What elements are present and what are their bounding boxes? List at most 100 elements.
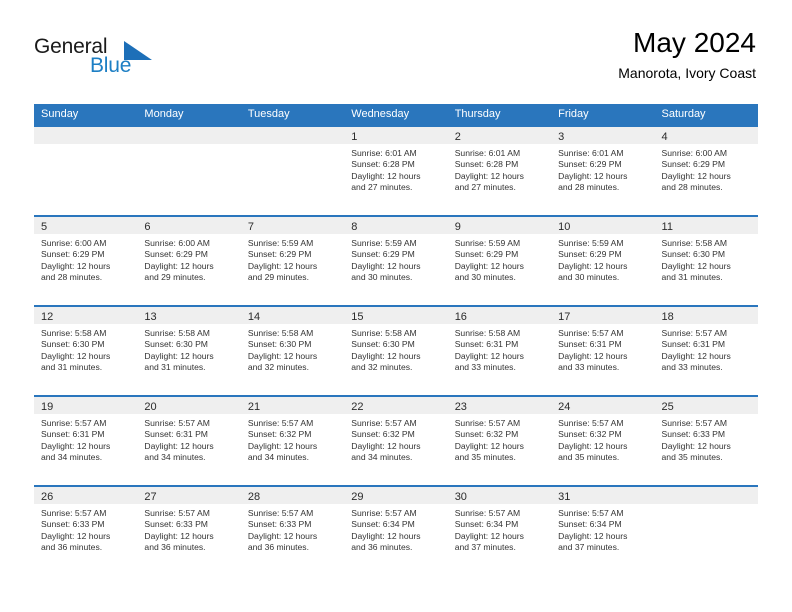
day-detail-line: and 32 minutes. bbox=[247, 362, 309, 373]
calendar-day-cell-empty bbox=[240, 125, 345, 215]
day-number: 25 bbox=[661, 401, 674, 413]
calendar-day-cell[interactable]: 31 Sunrise: 5:57 AM Sunset: 6:34 PM Dayligh… bbox=[551, 485, 655, 575]
day-detail-line: Sunrise: 5:57 AM bbox=[661, 328, 727, 338]
calendar-day-cell[interactable]: 16 Sunrise: 5:58 AM Sunset: 6:31 PM Dayligh… bbox=[447, 305, 552, 395]
day-number-bar: 9 bbox=[447, 217, 552, 234]
calendar-day-cell[interactable]: 20 Sunrise: 5:57 AM Sunset: 6:31 PM Dayligh… bbox=[137, 395, 241, 485]
calendar-day-cell[interactable]: 15 Sunrise: 5:58 AM Sunset: 6:30 PM Dayligh… bbox=[344, 305, 448, 395]
day-detail-line: Sunrise: 5:57 AM bbox=[454, 508, 521, 518]
calendar-day-cell[interactable]: 4 Sunrise: 6:00 AM Sunset: 6:29 PM Daylight… bbox=[654, 125, 758, 215]
calendar-day-cell[interactable]: 6 Sunrise: 6:00 AM Sunset: 6:29 PM Daylight… bbox=[137, 215, 241, 305]
calendar-day-cell[interactable]: 19 Sunrise: 5:57 AM Sunset: 6:31 PM Dayligh… bbox=[34, 395, 138, 485]
calendar-day-cell[interactable]: 1 Sunrise: 6:01 AM Sunset: 6:28 PM Daylight… bbox=[344, 125, 448, 215]
day-number: 29 bbox=[351, 491, 364, 503]
calendar-day-cell[interactable]: 28 Sunrise: 5:57 AM Sunset: 6:33 PM Dayligh… bbox=[240, 485, 345, 575]
day-detail-line: Daylight: 12 hours bbox=[351, 350, 421, 361]
day-number: 27 bbox=[144, 491, 157, 503]
day-number-bar: 3 bbox=[551, 127, 655, 144]
day-detail-line: Sunset: 6:33 PM bbox=[247, 519, 312, 530]
weekday-header-monday: Monday bbox=[144, 108, 184, 120]
calendar-day-cell[interactable]: 17 Sunrise: 5:57 AM Sunset: 6:31 PM Dayligh… bbox=[551, 305, 655, 395]
day-detail-line: Sunset: 6:29 PM bbox=[41, 249, 105, 260]
day-number: 8 bbox=[351, 221, 358, 233]
day-detail-line: and 28 minutes. bbox=[558, 182, 620, 193]
day-detail-line: Daylight: 12 hours bbox=[351, 170, 421, 181]
calendar-day-cell[interactable]: 11 Sunrise: 5:58 AM Sunset: 6:30 PM Dayligh… bbox=[654, 215, 758, 305]
day-number: 4 bbox=[661, 131, 668, 143]
day-detail-line: Sunrise: 5:57 AM bbox=[558, 508, 624, 518]
day-number-bar: 18 bbox=[654, 307, 758, 324]
calendar-day-cell[interactable]: 25 Sunrise: 5:57 AM Sunset: 6:33 PM Dayligh… bbox=[654, 395, 758, 485]
day-detail-line: and 33 minutes. bbox=[558, 362, 620, 373]
day-detail-body: Sunrise: 5:59 AM Sunset: 6:29 PM Daylight:… bbox=[551, 234, 654, 284]
calendar-day-cell[interactable]: 30 Sunrise: 5:57 AM Sunset: 6:34 PM Dayligh… bbox=[447, 485, 552, 575]
calendar-day-cell[interactable]: 18 Sunrise: 5:57 AM Sunset: 6:31 PM Dayligh… bbox=[654, 305, 758, 395]
day-detail-line: Sunrise: 5:58 AM bbox=[661, 238, 727, 248]
calendar-week-row: 12 Sunrise: 5:58 AM Sunset: 6:30 PM Dayligh… bbox=[34, 305, 758, 395]
day-number-bar: 30 bbox=[447, 487, 552, 504]
day-detail-line: and 28 minutes. bbox=[661, 182, 723, 193]
calendar-week-row: 5 Sunrise: 6:00 AM Sunset: 6:29 PM Daylight… bbox=[34, 215, 758, 305]
calendar-day-cell[interactable]: 24 Sunrise: 5:57 AM Sunset: 6:32 PM Dayligh… bbox=[551, 395, 655, 485]
day-number: 23 bbox=[454, 401, 467, 413]
day-number-bar: 4 bbox=[654, 127, 758, 144]
day-detail-line: and 35 minutes. bbox=[558, 452, 620, 463]
calendar-page: General Blue May 2024 Manorota, Ivory Co… bbox=[0, 0, 792, 612]
calendar-day-cell[interactable]: 8 Sunrise: 5:59 AM Sunset: 6:29 PM Daylight… bbox=[344, 215, 448, 305]
day-detail-body: Sunrise: 5:59 AM Sunset: 6:29 PM Daylight:… bbox=[344, 234, 447, 284]
day-detail-line: Sunrise: 6:01 AM bbox=[454, 148, 521, 158]
day-detail-line: and 33 minutes. bbox=[661, 362, 723, 373]
day-detail-line: Sunset: 6:32 PM bbox=[558, 429, 622, 440]
day-detail-line: Sunset: 6:31 PM bbox=[558, 339, 622, 350]
calendar-day-cell[interactable]: 14 Sunrise: 5:58 AM Sunset: 6:30 PM Dayligh… bbox=[240, 305, 345, 395]
day-detail-line: Sunset: 6:33 PM bbox=[144, 519, 208, 530]
day-detail-line: Sunset: 6:31 PM bbox=[41, 429, 105, 440]
day-detail-line: Sunset: 6:32 PM bbox=[247, 429, 312, 440]
day-detail-line: Sunrise: 5:57 AM bbox=[351, 418, 417, 428]
day-detail-line: Daylight: 12 hours bbox=[247, 260, 318, 271]
day-detail-line: Sunrise: 5:59 AM bbox=[247, 238, 314, 248]
day-detail-body: Sunrise: 5:59 AM Sunset: 6:29 PM Daylight:… bbox=[241, 234, 344, 284]
day-number-bar: 31 bbox=[551, 487, 655, 504]
calendar-day-cell[interactable]: 23 Sunrise: 5:57 AM Sunset: 6:32 PM Dayligh… bbox=[447, 395, 552, 485]
day-detail-line: Sunrise: 5:58 AM bbox=[454, 328, 521, 338]
day-detail-line: and 30 minutes. bbox=[558, 272, 620, 283]
calendar-day-cell[interactable]: 26 Sunrise: 5:57 AM Sunset: 6:33 PM Dayligh… bbox=[34, 485, 138, 575]
calendar-day-cell[interactable]: 10 Sunrise: 5:59 AM Sunset: 6:29 PM Dayligh… bbox=[551, 215, 655, 305]
calendar-day-cell[interactable]: 5 Sunrise: 6:00 AM Sunset: 6:29 PM Daylight… bbox=[34, 215, 138, 305]
day-detail-body: Sunrise: 6:01 AM Sunset: 6:29 PM Daylight:… bbox=[551, 144, 654, 194]
calendar-day-cell[interactable]: 2 Sunrise: 6:01 AM Sunset: 6:28 PM Daylight… bbox=[447, 125, 552, 215]
day-detail-line: Sunset: 6:34 PM bbox=[454, 519, 519, 530]
day-detail-line: Daylight: 12 hours bbox=[41, 260, 111, 271]
calendar-day-cell[interactable]: 29 Sunrise: 5:57 AM Sunset: 6:34 PM Dayligh… bbox=[344, 485, 448, 575]
day-number: 21 bbox=[247, 401, 261, 413]
calendar-day-cell[interactable]: 27 Sunrise: 5:57 AM Sunset: 6:33 PM Dayligh… bbox=[137, 485, 241, 575]
day-number-bar: 27 bbox=[137, 487, 241, 504]
day-detail-line: Sunset: 6:33 PM bbox=[661, 429, 726, 440]
calendar-day-cell[interactable]: 21 Sunrise: 5:57 AM Sunset: 6:32 PM Dayligh… bbox=[240, 395, 345, 485]
day-detail-line: Daylight: 12 hours bbox=[247, 440, 318, 451]
day-number-bar: 8 bbox=[344, 217, 448, 234]
day-number-bar: 7 bbox=[240, 217, 345, 234]
day-detail-line: and 37 minutes. bbox=[558, 542, 620, 553]
day-detail-line: Sunrise: 6:01 AM bbox=[351, 148, 417, 158]
day-detail-line: and 36 minutes. bbox=[144, 542, 206, 553]
day-number: 15 bbox=[351, 311, 364, 323]
calendar-day-cell[interactable]: 3 Sunrise: 6:01 AM Sunset: 6:29 PM Daylight… bbox=[551, 125, 655, 215]
weekday-header-tuesday: Tuesday bbox=[247, 108, 290, 120]
calendar-day-cell[interactable]: 9 Sunrise: 5:59 AM Sunset: 6:29 PM Daylight… bbox=[447, 215, 552, 305]
calendar-day-cell[interactable]: 7 Sunrise: 5:59 AM Sunset: 6:29 PM Daylight… bbox=[240, 215, 345, 305]
calendar-day-cell[interactable]: 13 Sunrise: 5:58 AM Sunset: 6:30 PM Dayligh… bbox=[137, 305, 241, 395]
general-blue-logo[interactable]: General Blue bbox=[34, 36, 154, 84]
day-number-bar: 14 bbox=[240, 307, 345, 324]
day-number-bar: 23 bbox=[447, 397, 552, 414]
day-number-bar: 2 bbox=[447, 127, 552, 144]
weekday-header-sunday: Sunday bbox=[41, 108, 79, 120]
calendar-day-cell[interactable]: 22 Sunrise: 5:57 AM Sunset: 6:32 PM Dayligh… bbox=[344, 395, 448, 485]
day-detail-body: Sunrise: 5:57 AM Sunset: 6:33 PM Daylight:… bbox=[241, 504, 344, 554]
day-number-bar bbox=[137, 127, 241, 144]
calendar-day-cell[interactable]: 12 Sunrise: 5:58 AM Sunset: 6:30 PM Dayligh… bbox=[34, 305, 138, 395]
day-detail-line: Daylight: 12 hours bbox=[454, 260, 524, 271]
day-detail-line: Sunset: 6:34 PM bbox=[558, 519, 622, 530]
day-number-bar bbox=[654, 487, 758, 504]
